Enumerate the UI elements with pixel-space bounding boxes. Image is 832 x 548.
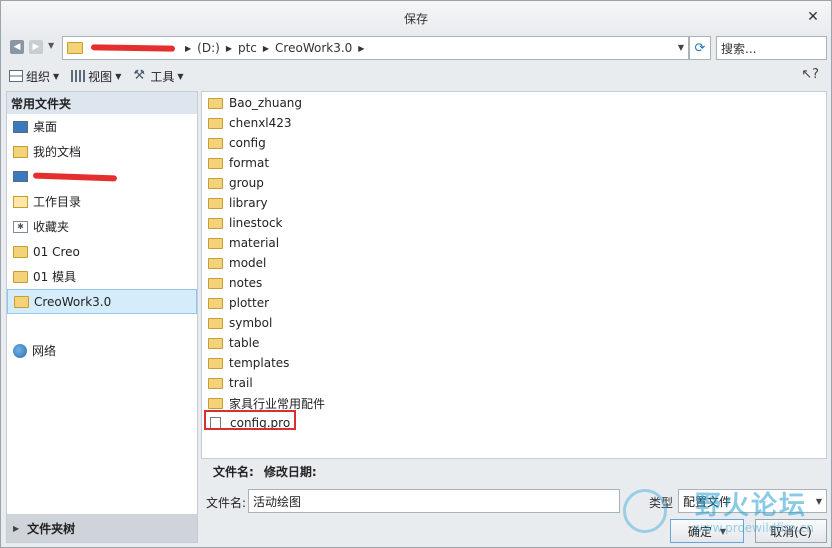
breadcrumb-ptc[interactable]: ptc ▶: [238, 41, 269, 55]
toolbar: 组织 ▼ 视图 ▼ ⚒ 工具 ▼ ↖?: [1, 63, 831, 89]
redaction-mark: [90, 44, 176, 52]
navigation-row: ◀ ▶ ▼ ▶ (D:) ▶ ptc ▶ CreoWork3.0 ▶ ▼ ⟳ 搜索..…: [1, 35, 831, 61]
search-input[interactable]: 搜索...: [716, 36, 827, 60]
chevron-down-icon: ▼: [719, 526, 727, 536]
folder-icon: [13, 270, 28, 283]
type-select[interactable]: 配置文件 ▼: [678, 489, 827, 513]
folder-icon: [208, 157, 223, 169]
dialog-title: 保存: [403, 11, 428, 26]
list-item[interactable]: chenxl423: [202, 113, 826, 133]
sidebar-item-01-mold[interactable]: 01 模具: [7, 264, 197, 289]
sidebar-item-working-directory[interactable]: 工作目录: [7, 189, 197, 214]
folder-icon: [208, 397, 223, 409]
help-cursor-icon[interactable]: ↖?: [801, 67, 819, 82]
breadcrumb-creowork[interactable]: CreoWork3.0 ▶: [275, 41, 364, 55]
details-modified-label: 修改日期:: [263, 465, 317, 479]
list-item[interactable]: config: [202, 133, 826, 153]
address-dropdown-icon[interactable]: ▼: [678, 43, 684, 52]
recent-locations-dropdown-icon[interactable]: ▼: [48, 41, 54, 50]
save-controls: 文件名: 活动绘图 类型 配置文件 ▼ 确定 ▼ 取消(C): [201, 485, 827, 545]
folder-icon: [208, 237, 223, 249]
folder-icon: [208, 97, 223, 109]
sidebar-item-computer[interactable]: [7, 164, 197, 189]
tools-icon: ⚒: [133, 68, 145, 83]
list-item-config-pro[interactable]: config.pro: [202, 410, 826, 433]
documents-icon: [13, 145, 28, 158]
tools-menu[interactable]: ⚒ 工具 ▼: [133, 68, 183, 85]
working-directory-icon: [13, 195, 28, 208]
title-bar: 保存 ✕: [1, 1, 831, 35]
view-menu[interactable]: 视图 ▼: [71, 68, 121, 85]
folder-icon: [208, 257, 223, 269]
folder-icon: [208, 197, 223, 209]
common-folders-header: 常用文件夹: [7, 92, 197, 114]
organize-icon: [9, 70, 23, 82]
highlight-box: [204, 410, 296, 430]
ok-button[interactable]: 确定 ▼: [670, 519, 744, 543]
cancel-button[interactable]: 取消(C): [755, 519, 827, 543]
details-bar: 文件名: 修改日期:: [213, 463, 317, 480]
folder-icon: [208, 297, 223, 309]
folder-icon: [208, 177, 223, 189]
sidebar-item-desktop[interactable]: 桌面: [7, 114, 197, 139]
sidebar-item-favorites[interactable]: ✱ 收藏夹: [7, 214, 197, 239]
address-bar[interactable]: ▶ (D:) ▶ ptc ▶ CreoWork3.0 ▶ ▼: [62, 36, 689, 60]
breadcrumb-drive[interactable]: (D:) ▶: [197, 41, 232, 55]
sidebar-item-network[interactable]: 网络: [7, 338, 197, 363]
folder-icon: [208, 337, 223, 349]
list-item[interactable]: model: [202, 253, 826, 273]
back-arrow-icon[interactable]: ◀: [10, 40, 24, 54]
save-dialog: 保存 ✕ ◀ ▶ ▼ ▶ (D:) ▶ ptc ▶ CreoWork3.0 ▶ ▼ ⟳…: [0, 0, 832, 548]
organize-menu[interactable]: 组织 ▼: [9, 68, 59, 85]
type-label: 类型: [649, 496, 674, 510]
redaction-mark: [32, 172, 118, 181]
list-item[interactable]: notes: [202, 273, 826, 293]
file-list: Bao_zhuang chenxl423 config format group…: [201, 91, 827, 459]
sidebar-item-01-creo[interactable]: 01 Creo: [7, 239, 197, 264]
folder-icon: [14, 295, 29, 308]
desktop-icon: [13, 120, 28, 133]
list-item[interactable]: templates: [202, 353, 826, 373]
close-icon[interactable]: ✕: [805, 9, 821, 25]
folder-icon: [13, 245, 28, 258]
folder-icon: [208, 117, 223, 129]
refresh-icon[interactable]: ⟳: [689, 36, 711, 60]
list-item[interactable]: library: [202, 193, 826, 213]
list-item[interactable]: symbol: [202, 313, 826, 333]
folder-icon: [67, 42, 83, 54]
favorites-icon: ✱: [13, 220, 28, 233]
folder-icon: [208, 317, 223, 329]
breadcrumb-computer[interactable]: ▶: [90, 44, 191, 53]
list-item[interactable]: linestock: [202, 213, 826, 233]
folder-icon: [208, 277, 223, 289]
details-filename-label: 文件名:: [213, 465, 254, 479]
list-item[interactable]: format: [202, 153, 826, 173]
list-item[interactable]: plotter: [202, 293, 826, 313]
forward-arrow-icon[interactable]: ▶: [29, 40, 43, 54]
chevron-down-icon: ▼: [53, 71, 60, 81]
chevron-down-icon: ▼: [115, 71, 122, 81]
list-item[interactable]: group: [202, 173, 826, 193]
sidebar-item-creowork[interactable]: CreoWork3.0: [7, 289, 197, 314]
filename-label: 文件名:: [206, 496, 247, 510]
folder-tree-toggle[interactable]: ▶ 文件夹树: [7, 514, 197, 542]
computer-icon: [13, 171, 28, 182]
list-item[interactable]: table: [202, 333, 826, 353]
folder-icon: [208, 357, 223, 369]
chevron-down-icon: ▼: [815, 497, 822, 506]
list-item[interactable]: trail: [202, 373, 826, 393]
network-icon: [13, 343, 27, 358]
list-item[interactable]: material: [202, 233, 826, 253]
folder-icon: [208, 217, 223, 229]
sidebar-item-documents[interactable]: 我的文档: [7, 139, 197, 164]
list-item[interactable]: Bao_zhuang: [202, 93, 826, 113]
common-folders-pane: 常用文件夹 桌面 我的文档 工作目录 ✱ 收藏夹 01 Creo 01 模具 C…: [6, 91, 198, 543]
folder-icon: [208, 377, 223, 389]
folder-icon: [208, 137, 223, 149]
filename-input[interactable]: 活动绘图: [248, 489, 620, 513]
expand-triangle-icon: ▶: [13, 523, 20, 533]
view-icon: [71, 70, 86, 82]
chevron-down-icon: ▼: [177, 71, 184, 81]
